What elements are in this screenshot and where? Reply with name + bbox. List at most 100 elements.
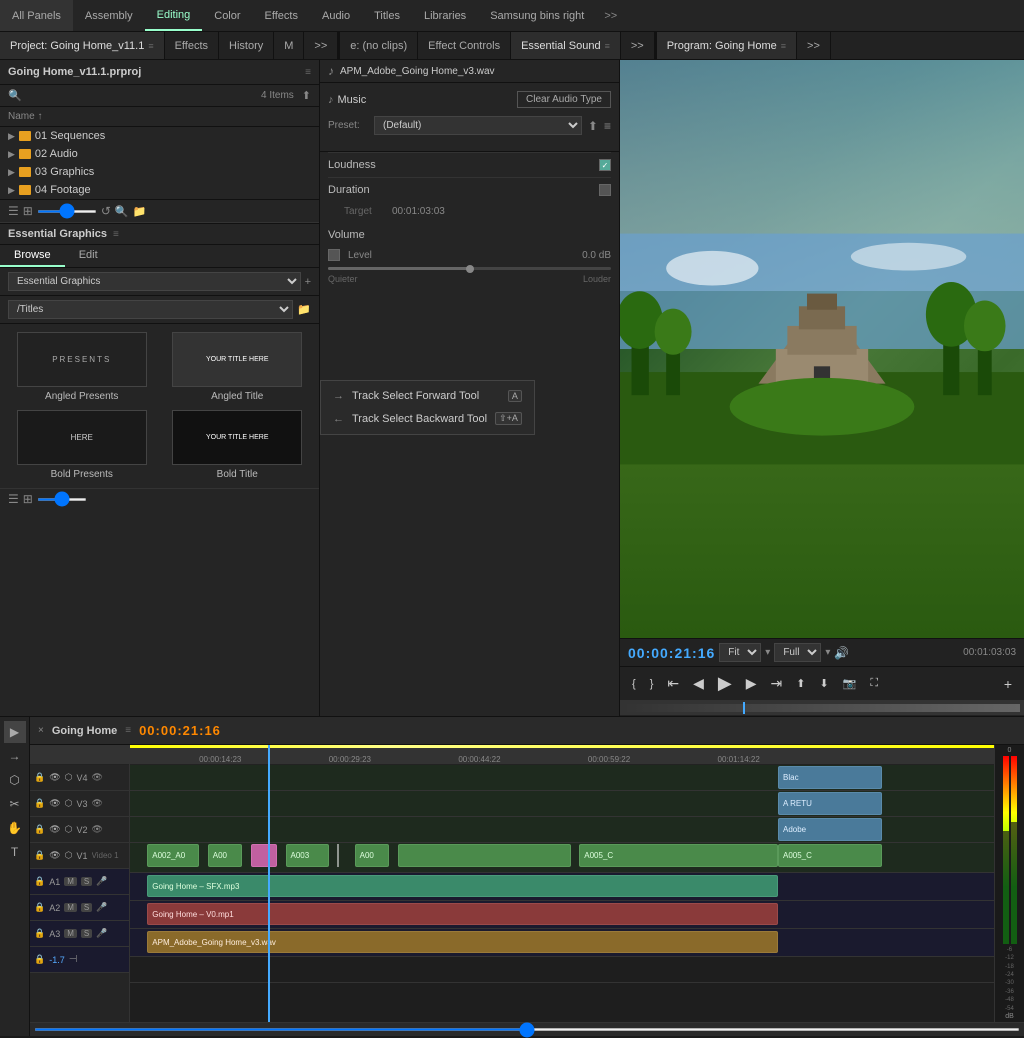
eg-add-icon[interactable]: + [305, 276, 311, 288]
list-view-icon[interactable]: ☰ [8, 204, 19, 218]
tab-programmonitor[interactable]: Program: Going Home ≡ [657, 32, 797, 59]
volume-end-icon[interactable]: ⊣ [69, 954, 78, 965]
folder-01[interactable]: ▶ 01 Sequences [0, 127, 319, 145]
tab-effectcontrols[interactable]: Effect Controls [418, 32, 511, 59]
a3-m[interactable]: M [64, 929, 77, 938]
preset-select[interactable]: (Default) [374, 116, 582, 135]
eg-folder-icon[interactable]: 📁 [297, 303, 311, 316]
nav-allpanels[interactable]: All Panels [0, 0, 73, 31]
folder-02[interactable]: ▶ 02 Audio [0, 145, 319, 163]
clip-v1-a00[interactable]: A00 [208, 844, 243, 867]
refresh-icon[interactable]: ↺ [101, 204, 111, 218]
eg-item-boldpresents[interactable]: HERE Bold Presents [8, 410, 156, 480]
volume-icon[interactable]: 🔊 [834, 646, 849, 660]
folder-new-icon[interactable]: 📁 [133, 205, 147, 218]
tab-right-more[interactable]: >> [797, 32, 831, 59]
timeline-scroll-input[interactable] [34, 1028, 1020, 1031]
folder-04[interactable]: ▶ 04 Footage [0, 181, 319, 199]
lock-v3[interactable]: 🔒 [34, 798, 45, 809]
fit-select[interactable]: Fit [719, 643, 761, 662]
context-item-forward[interactable]: → Track Select Forward Tool A [321, 385, 534, 407]
settings-button[interactable]: + [1000, 674, 1016, 694]
mark-out-button[interactable]: } [646, 676, 658, 692]
tab-effects[interactable]: Effects [165, 32, 219, 59]
folder-03[interactable]: ▶ 03 Graphics [0, 163, 319, 181]
playhead-indicator[interactable] [743, 702, 745, 714]
nav-samsung[interactable]: Samsung bins right [478, 0, 596, 31]
clip-v1-a002[interactable]: A002_A0 [147, 844, 199, 867]
v2-eye2[interactable]: 👁 [92, 824, 103, 835]
lock-v2[interactable]: 🔒 [34, 824, 45, 835]
a1-s[interactable]: S [81, 877, 92, 886]
search-icon-2[interactable]: 🔍 [115, 205, 129, 218]
duration-checkbox[interactable] [599, 184, 611, 196]
nav-editing[interactable]: Editing [145, 0, 203, 31]
a3-s[interactable]: S [81, 929, 92, 938]
tab-middle-more[interactable]: >> [621, 32, 655, 59]
export-frame-button[interactable]: 📷 [839, 675, 861, 692]
track-select-button[interactable]: → [4, 745, 26, 767]
lock-v4[interactable]: 🔒 [34, 772, 45, 783]
timeline-playhead[interactable] [268, 745, 270, 1022]
clip-v1-a005[interactable]: A005_C [579, 844, 778, 867]
eg-item-angledtitle[interactable]: YOUR TITLE HERE Angled Title [164, 332, 312, 402]
overwrite-button[interactable]: ⬇ [815, 675, 832, 692]
eye-v1[interactable]: 👁 [49, 850, 60, 861]
nav-libraries[interactable]: Libraries [412, 0, 478, 31]
preset-menu-icon[interactable]: ≡ [604, 119, 611, 133]
eg-tab-browse[interactable]: Browse [0, 245, 65, 267]
level-checkbox[interactable] [328, 249, 340, 261]
stop-button[interactable]: ▶ [714, 671, 736, 696]
eg-tab-edit[interactable]: Edit [65, 245, 112, 267]
close-timeline-icon[interactable]: × [38, 725, 44, 736]
nav-titles[interactable]: Titles [362, 0, 412, 31]
clip-a3-apm[interactable]: APM_Adobe_Going Home_v3.wav [147, 931, 778, 953]
a2-s[interactable]: S [81, 903, 92, 912]
lock-vol[interactable]: 🔒 [34, 954, 45, 965]
clip-a1-sfx[interactable]: Going Home – SFX.mp3 [147, 875, 778, 897]
eg-item-boldtitle[interactable]: YOUR TITLE HERE Bold Title [164, 410, 312, 480]
full-screen-button[interactable]: ⛶ [866, 675, 882, 692]
lock-a2[interactable]: 🔒 [34, 902, 45, 913]
a2-m[interactable]: M [64, 903, 77, 912]
nav-assembly[interactable]: Assembly [73, 0, 145, 31]
context-item-backward[interactable]: ← Track Select Backward Tool ⇧+A [321, 407, 534, 430]
level-slider-thumb[interactable] [466, 265, 474, 273]
clip-v1-long[interactable] [398, 844, 571, 867]
clip-v1-a005b[interactable]: A005_C [778, 844, 882, 867]
mark-in-button[interactable]: { [628, 676, 640, 692]
preset-save-icon[interactable]: ⬆ [588, 119, 598, 133]
clip-a2-vo[interactable]: Going Home – V0.mp1 [147, 903, 778, 925]
eg-item-angledpresents[interactable]: PRESENTS Angled Presents [8, 332, 156, 402]
clip-v1-pink[interactable] [251, 844, 277, 867]
quality-select[interactable]: Full [774, 643, 821, 662]
eg-grid-icon[interactable]: ⊞ [23, 492, 33, 506]
ripple-button[interactable]: ⬡ [4, 769, 26, 791]
type-button[interactable]: T [4, 841, 26, 863]
nav-effects[interactable]: Effects [253, 0, 310, 31]
tab-m[interactable]: M [274, 32, 304, 59]
eye-v4[interactable]: 👁 [49, 772, 60, 783]
nav-audio[interactable]: Audio [310, 0, 362, 31]
eg-dropdown-path[interactable]: /Titles [8, 300, 293, 319]
hand-button[interactable]: ✋ [4, 817, 26, 839]
eg-list-icon[interactable]: ☰ [8, 492, 19, 506]
nav-more[interactable]: >> [596, 10, 625, 22]
razor-button[interactable]: ✂ [4, 793, 26, 815]
nav-color[interactable]: Color [202, 0, 252, 31]
a1-m[interactable]: M [64, 877, 77, 886]
eye-v2[interactable]: 👁 [49, 824, 60, 835]
clip-v1-a003[interactable]: A003 [286, 844, 329, 867]
tab-history[interactable]: History [219, 32, 274, 59]
go-to-in-button[interactable]: ⇤ [663, 673, 683, 694]
v4-eye2[interactable]: 👁 [92, 772, 103, 783]
clear-audio-type-button[interactable]: Clear Audio Type [517, 91, 611, 108]
tab-noclips[interactable]: e: (no clips) [340, 32, 418, 59]
go-to-out-button[interactable]: ⇥ [767, 673, 787, 694]
v3-eye2[interactable]: 👁 [92, 798, 103, 809]
tab-essentialsound[interactable]: Essential Sound ≡ [511, 32, 621, 59]
lock-a3[interactable]: 🔒 [34, 928, 45, 939]
clip-v2-adobe[interactable]: Adobe [778, 818, 882, 841]
clip-v1-a00b[interactable]: A00 [355, 844, 390, 867]
selection-tool-button[interactable]: ▶ [4, 721, 26, 743]
